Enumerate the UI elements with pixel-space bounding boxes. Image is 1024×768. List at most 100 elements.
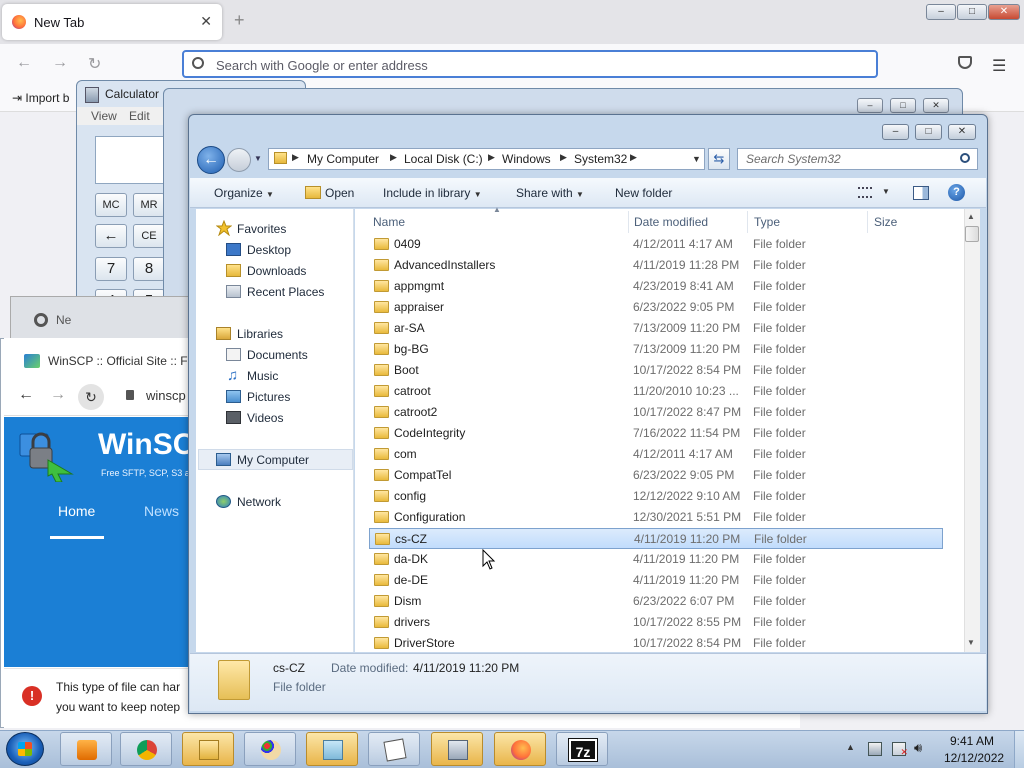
explorer-maximize-button[interactable]: □ [915, 124, 942, 140]
calc-7-button[interactable]: 7 [95, 257, 127, 281]
scroll-up-arrow-icon[interactable]: ▲ [967, 212, 975, 221]
file-row[interactable]: DriverStore 10/17/2022 8:54 PM File folder [369, 633, 943, 652]
action-center-flag-icon[interactable]: ✕ [892, 742, 908, 757]
show-desktop-button[interactable] [1014, 731, 1024, 768]
reload-icon[interactable]: ↻ [88, 54, 101, 74]
preview-pane-icon[interactable] [913, 186, 929, 200]
breadcrumb-chevron-icon[interactable]: ▶ [630, 152, 637, 163]
show-hidden-icons-icon[interactable]: ▲ [846, 742, 855, 752]
forward-arrow-icon[interactable]: → [52, 54, 68, 72]
taskbar-solitaire[interactable] [368, 732, 420, 766]
taskbar-firefox[interactable] [494, 732, 546, 766]
file-row[interactable]: catroot 11/20/2010 10:23 ... File folder [369, 381, 943, 402]
winscp-nav-home[interactable]: Home [58, 503, 95, 519]
column-divider[interactable] [628, 211, 629, 233]
recent-pages-chevron-icon[interactable]: ▼ [254, 154, 262, 163]
address-dropdown-icon[interactable]: ▼ [692, 154, 701, 164]
change-view-icon[interactable] [858, 187, 872, 198]
view-options-caret-icon[interactable]: ▼ [882, 187, 890, 196]
firefox-tab-new-tab[interactable]: New Tab ✕ [2, 4, 222, 40]
calc-ce-button[interactable]: CE [133, 224, 165, 248]
calc-8-button[interactable]: 8 [133, 257, 165, 281]
scroll-down-arrow-icon[interactable]: ▼ [967, 638, 975, 647]
taskbar-calculator[interactable] [431, 732, 483, 766]
explorer-minimize-button[interactable]: – [882, 124, 909, 140]
calc-menu-view[interactable]: View [91, 109, 117, 123]
back-window-maximize-button[interactable]: □ [890, 98, 916, 113]
back-arrow-icon[interactable]: ← [197, 146, 225, 174]
taskbar-paint[interactable] [244, 732, 296, 766]
forward-arrow-icon[interactable] [227, 148, 251, 172]
breadcrumb-chevron-icon[interactable]: ▶ [488, 152, 495, 163]
volume-icon[interactable]: 🔊︎ [914, 740, 922, 756]
vertical-scrollbar[interactable] [964, 209, 980, 652]
nav-my-computer[interactable]: My Computer [237, 453, 309, 467]
firefox-close-button[interactable]: ✕ [988, 4, 1020, 20]
file-row[interactable]: 0409 4/12/2011 4:17 AM File folder [369, 234, 943, 255]
file-row[interactable]: bg-BG 7/13/2009 11:20 PM File folder [369, 339, 943, 360]
file-row[interactable]: appmgmt 4/23/2019 8:41 AM File folder [369, 276, 943, 297]
breadcrumb-chevron-icon[interactable]: ▶ [292, 152, 299, 163]
explorer-close-button[interactable]: ✕ [948, 124, 976, 140]
back-arrow-icon[interactable]: ← [16, 54, 32, 72]
chrome-url-text[interactable]: winscp [146, 388, 186, 403]
taskbar-media-player[interactable] [60, 732, 112, 766]
nav-network[interactable]: Network [237, 495, 281, 509]
calc-mr-button[interactable]: MR [133, 193, 165, 217]
column-divider[interactable] [867, 211, 868, 233]
file-row[interactable]: com 4/12/2011 4:17 AM File folder [369, 444, 943, 465]
nav-desktop[interactable]: Desktop [247, 243, 291, 257]
organize-button[interactable]: Organize ▼ [214, 186, 274, 200]
clock-date[interactable]: 12/12/2022 [944, 751, 1004, 765]
help-icon[interactable]: ? [948, 184, 965, 201]
taskbar-7zip[interactable]: 7z [556, 732, 608, 766]
column-header-name[interactable]: Name [373, 215, 405, 229]
calc-backspace-button[interactable]: ← [95, 224, 127, 248]
include-in-library-button[interactable]: Include in library ▼ [383, 186, 482, 200]
column-header-type[interactable]: Type [754, 215, 780, 229]
winscp-nav-news[interactable]: News [144, 503, 179, 519]
back-window-close-button[interactable]: ✕ [923, 98, 949, 113]
open-button[interactable]: Open [325, 186, 354, 200]
nav-videos[interactable]: Videos [247, 411, 283, 425]
taskbar-explorer[interactable] [182, 732, 234, 766]
file-row[interactable]: cs-CZ 4/11/2019 11:20 PM File folder [369, 528, 943, 549]
firefox-url-bar[interactable]: Search with Google or enter address [182, 50, 878, 78]
file-row[interactable]: config 12/12/2022 9:10 AM File folder [369, 486, 943, 507]
nav-music[interactable]: Music [247, 369, 278, 383]
calc-menu-edit[interactable]: Edit [129, 109, 150, 123]
start-button[interactable] [6, 732, 44, 766]
hamburger-menu-icon[interactable]: ☰ [992, 56, 1006, 76]
file-row[interactable]: drivers 10/17/2022 8:55 PM File folder [369, 612, 943, 633]
nav-downloads[interactable]: Downloads [247, 264, 306, 278]
file-row[interactable]: AdvancedInstallers 4/11/2019 11:28 PM File… [369, 255, 943, 276]
breadcrumb-local-disk[interactable]: Local Disk (C:) [404, 152, 483, 166]
column-divider[interactable] [747, 211, 748, 233]
file-row[interactable]: catroot2 10/17/2022 8:47 PM File folder [369, 402, 943, 423]
breadcrumb-chevron-icon[interactable]: ▶ [560, 152, 567, 163]
breadcrumb-system32[interactable]: System32 [574, 152, 627, 166]
breadcrumb-chevron-icon[interactable]: ▶ [390, 152, 397, 163]
calc-mc-button[interactable]: MC [95, 193, 127, 217]
file-row[interactable]: da-DK 4/11/2019 11:20 PM File folder [369, 549, 943, 570]
file-row[interactable]: ar-SA 7/13/2009 11:20 PM File folder [369, 318, 943, 339]
breadcrumb-windows[interactable]: Windows [502, 152, 551, 166]
search-field[interactable]: Search System32 [737, 148, 978, 170]
back-arrow-icon[interactable]: ← [18, 386, 34, 404]
firefox-minimize-button[interactable]: – [926, 4, 956, 20]
file-row[interactable]: Boot 10/17/2022 8:54 PM File folder [369, 360, 943, 381]
nav-pictures[interactable]: Pictures [247, 390, 290, 404]
file-row[interactable]: CodeIntegrity 7/16/2022 11:54 PM File fold… [369, 423, 943, 444]
file-row[interactable]: appraiser 6/23/2022 9:05 PM File folder [369, 297, 943, 318]
import-bookmarks-link[interactable]: ⇥ Import b [12, 91, 69, 105]
column-header-size[interactable]: Size [874, 215, 897, 229]
new-folder-button[interactable]: New folder [615, 186, 672, 200]
file-row[interactable]: de-DE 4/11/2019 11:20 PM File folder [369, 570, 943, 591]
nav-libraries[interactable]: Libraries [237, 327, 283, 341]
file-row[interactable]: CompatTel 6/23/2022 9:05 PM File folder [369, 465, 943, 486]
refresh-icon[interactable]: ⇆ [708, 148, 730, 170]
share-with-button[interactable]: Share with ▼ [516, 186, 584, 200]
breadcrumb-my-computer[interactable]: My Computer [307, 152, 379, 166]
new-tab-plus-icon[interactable]: + [234, 10, 245, 31]
firefox-maximize-button[interactable]: □ [957, 4, 987, 20]
